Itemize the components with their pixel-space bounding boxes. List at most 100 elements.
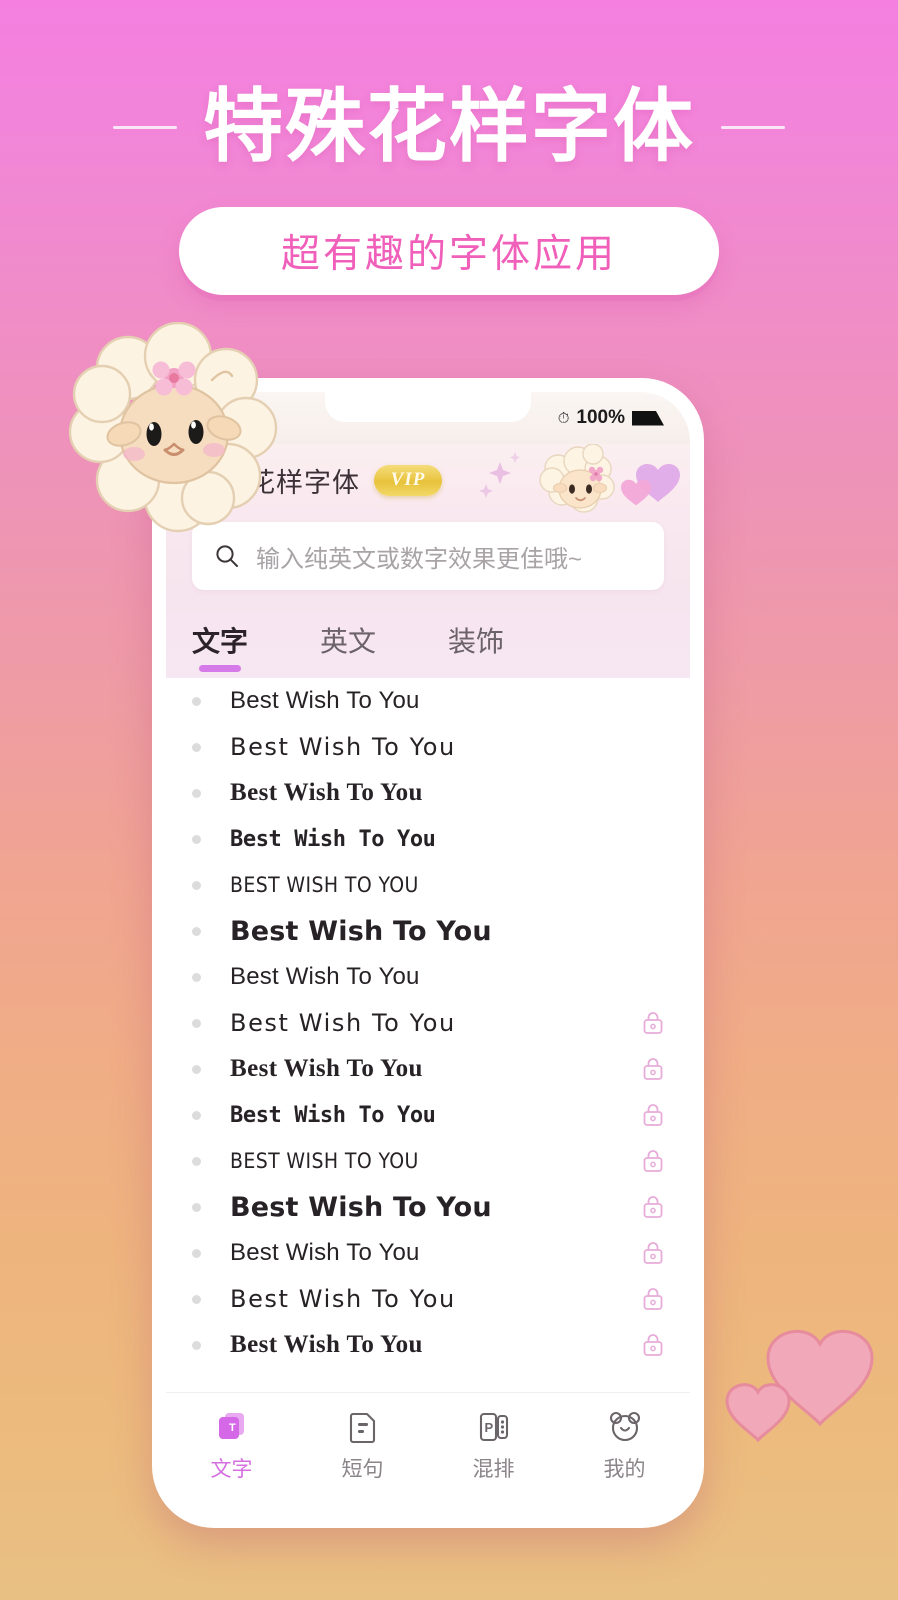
font-row[interactable]: Best Wish To You bbox=[166, 1322, 690, 1368]
font-row[interactable]: Best Wish To You bbox=[166, 724, 690, 770]
font-row[interactable]: BEST WISH TO YOU bbox=[166, 1138, 690, 1184]
font-row[interactable]: Best Wish To You bbox=[166, 1000, 690, 1046]
battery-percent-label: 100% bbox=[576, 407, 625, 428]
svg-text:P: P bbox=[484, 1420, 493, 1435]
lock-icon[interactable] bbox=[642, 1287, 664, 1311]
category-tabs: 文字 英文 装饰 bbox=[166, 612, 690, 678]
font-row[interactable]: Best Wish To You bbox=[166, 954, 690, 1000]
lock-placeholder bbox=[642, 965, 664, 989]
bullet-icon bbox=[192, 1294, 201, 1304]
app-header: 特殊花样字体 VIP bbox=[166, 444, 690, 516]
promo-banner: 特殊花样字体 超有趣的字体应用 bbox=[0, 0, 898, 330]
font-row[interactable]: Best Wish To You bbox=[166, 1230, 690, 1276]
lock-placeholder bbox=[642, 781, 664, 805]
bottom-nav: T 文字 短句 P 混排 我的 bbox=[166, 1392, 690, 1497]
document-icon bbox=[349, 1412, 375, 1443]
font-sample-text: Best Wish To You bbox=[230, 915, 492, 947]
alarm-icon: ⏱ bbox=[557, 409, 570, 427]
battery-full-icon bbox=[632, 410, 664, 426]
bullet-icon bbox=[192, 1202, 201, 1212]
tab-label: 装饰 bbox=[448, 626, 505, 657]
font-sample-text: Best Wish To You bbox=[230, 733, 456, 761]
phone-notch bbox=[325, 392, 531, 422]
bullet-icon bbox=[192, 1156, 201, 1166]
font-sample-text: BEST WISH TO YOU bbox=[230, 873, 419, 897]
lock-placeholder bbox=[642, 827, 664, 851]
lock-placeholder bbox=[642, 735, 664, 759]
lock-icon[interactable] bbox=[642, 1241, 664, 1265]
bullet-icon bbox=[192, 1248, 201, 1258]
nav-label: 文字 bbox=[210, 1457, 253, 1481]
lock-icon[interactable] bbox=[642, 1103, 664, 1127]
tab-text[interactable]: 文字 bbox=[192, 620, 248, 672]
font-row[interactable]: Best Wish To You bbox=[166, 678, 690, 724]
tab-english[interactable]: 英文 bbox=[320, 620, 376, 672]
promo-subtitle-pill: 超有趣的字体应用 bbox=[179, 207, 719, 295]
hearts-icon bbox=[725, 1329, 874, 1443]
lock-icon[interactable] bbox=[642, 1195, 664, 1219]
search-section: 输入纯英文或数字效果更佳哦~ bbox=[166, 516, 690, 612]
font-sample-text: BEST WISH TO YOU bbox=[230, 1149, 419, 1173]
font-sample-text: Best Wish To You bbox=[230, 1055, 423, 1082]
bullet-icon bbox=[192, 1064, 201, 1074]
font-sample-text: Best Wish To You bbox=[230, 1009, 456, 1037]
bullet-icon bbox=[192, 1340, 201, 1350]
font-row[interactable]: Best Wish To You bbox=[166, 1276, 690, 1322]
heart-icon bbox=[621, 463, 680, 506]
lock-placeholder bbox=[642, 919, 664, 943]
font-sample-text: Best Wish To You bbox=[230, 1191, 492, 1223]
tab-label: 英文 bbox=[320, 626, 377, 657]
bullet-icon bbox=[192, 972, 201, 982]
nav-item-mix[interactable]: P 混排 bbox=[428, 1408, 559, 1483]
font-sample-text: Best Wish To You bbox=[230, 687, 420, 714]
lock-icon[interactable] bbox=[642, 1333, 664, 1357]
nav-label: 我的 bbox=[603, 1457, 646, 1481]
bullet-icon bbox=[192, 926, 201, 936]
tab-underline bbox=[199, 665, 241, 672]
vip-badge[interactable]: VIP bbox=[374, 464, 442, 496]
search-placeholder: 输入纯英文或数字效果更佳哦~ bbox=[256, 545, 583, 573]
bullet-icon bbox=[192, 834, 201, 844]
font-sample-text: Best Wish To You bbox=[230, 1331, 423, 1358]
nav-label: 短句 bbox=[341, 1457, 384, 1481]
font-sample-text: Best Wish To You bbox=[230, 826, 436, 852]
search-icon bbox=[216, 545, 238, 567]
bullet-icon bbox=[192, 742, 201, 752]
page-title: 特殊花样字体 bbox=[203, 82, 695, 171]
font-row[interactable]: Best Wish To You bbox=[166, 816, 690, 862]
font-row[interactable]: Best Wish To You bbox=[166, 908, 690, 954]
tab-decoration[interactable]: 装饰 bbox=[448, 620, 504, 672]
nav-item-phrase[interactable]: 短句 bbox=[297, 1408, 428, 1483]
lock-placeholder bbox=[642, 873, 664, 897]
font-sample-text: Best Wish To You bbox=[230, 1239, 420, 1266]
font-row[interactable]: Best Wish To You bbox=[166, 1046, 690, 1092]
font-row[interactable]: BEST WISH TO YOU bbox=[166, 862, 690, 908]
promo-subtitle: 超有趣的字体应用 bbox=[280, 233, 617, 276]
lock-icon[interactable] bbox=[642, 1149, 664, 1173]
title-dash-right bbox=[721, 125, 785, 129]
bullet-icon bbox=[192, 696, 201, 706]
bullet-icon bbox=[192, 1110, 201, 1120]
lock-icon[interactable] bbox=[642, 1057, 664, 1081]
app-title: 特殊花样字体 bbox=[192, 467, 360, 498]
bullet-icon bbox=[192, 1018, 201, 1028]
font-row[interactable]: Best Wish To You bbox=[166, 1092, 690, 1138]
phone-screen: Carrier ⏱ 100% 特殊花样字体 VIP 输入纯英文或数字效果更佳哦~… bbox=[166, 392, 690, 1514]
sheep-mascot-icon bbox=[539, 444, 615, 513]
font-sample-text: Best Wish To You bbox=[230, 963, 420, 990]
svg-text:T: T bbox=[229, 1422, 236, 1434]
nav-item-text[interactable]: T 文字 bbox=[166, 1408, 297, 1483]
bear-face-icon bbox=[609, 1411, 640, 1441]
font-sample-text: Best Wish To You bbox=[230, 1285, 456, 1313]
carrier-label: Carrier bbox=[192, 407, 253, 428]
font-row[interactable]: Best Wish To You bbox=[166, 770, 690, 816]
search-input[interactable]: 输入纯英文或数字效果更佳哦~ bbox=[192, 522, 664, 590]
status-bar: Carrier ⏱ 100% bbox=[166, 392, 690, 444]
sparkle-icon bbox=[479, 452, 520, 498]
nav-item-mine[interactable]: 我的 bbox=[559, 1408, 690, 1483]
font-row[interactable]: Best Wish To You bbox=[166, 1184, 690, 1230]
font-list[interactable]: Best Wish To You Best Wish To You Best Wis… bbox=[166, 678, 690, 1392]
vip-badge-label: VIP bbox=[390, 469, 426, 490]
font-sample-text: Best Wish To You bbox=[230, 779, 423, 806]
lock-icon[interactable] bbox=[642, 1011, 664, 1035]
